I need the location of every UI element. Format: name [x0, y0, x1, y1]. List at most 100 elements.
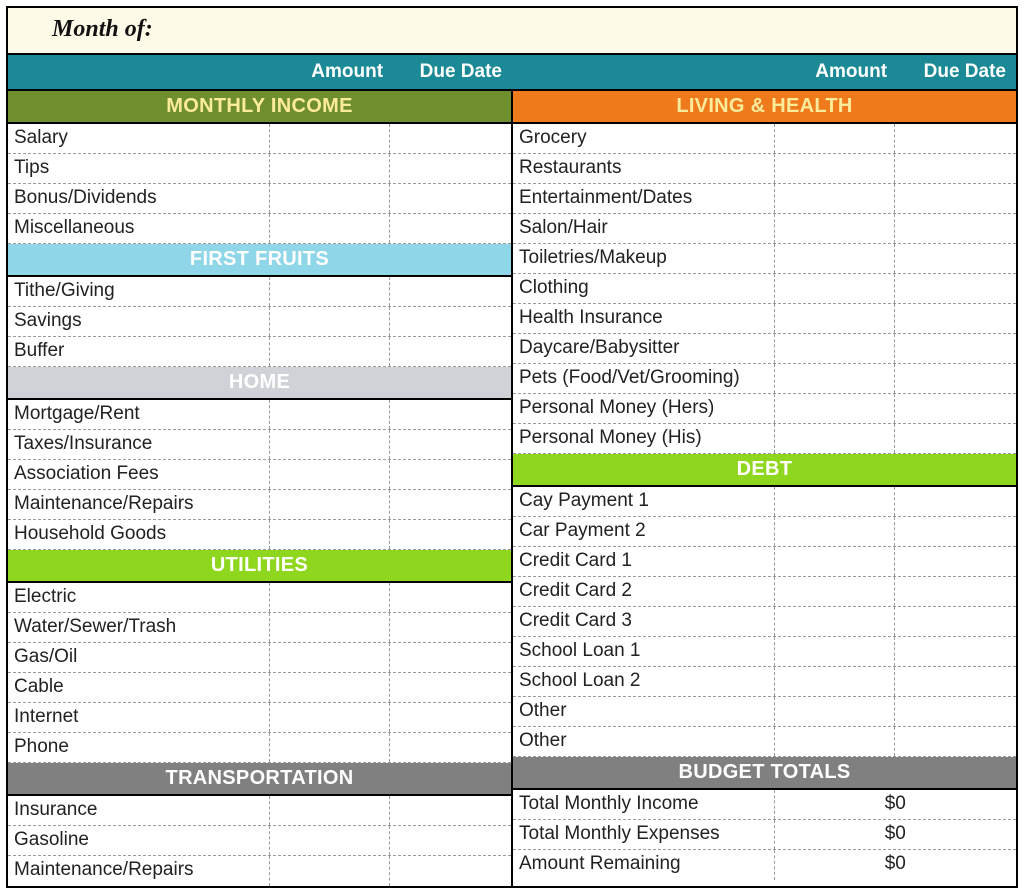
- row-amount[interactable]: [775, 334, 896, 363]
- row-due[interactable]: [390, 337, 511, 366]
- row-label: Mortgage/Rent: [8, 400, 270, 429]
- section-header: HOME: [8, 367, 511, 400]
- budget-row: Personal Money (Hers): [513, 394, 1016, 424]
- row-label: Gas/Oil: [8, 643, 270, 672]
- row-due[interactable]: [390, 307, 511, 336]
- row-due[interactable]: [895, 244, 1016, 273]
- row-due[interactable]: [895, 487, 1016, 516]
- row-due[interactable]: [390, 703, 511, 732]
- row-due[interactable]: [390, 643, 511, 672]
- row-due[interactable]: [390, 184, 511, 213]
- row-amount[interactable]: [775, 304, 896, 333]
- row-amount[interactable]: [270, 796, 391, 825]
- row-due[interactable]: [895, 667, 1016, 696]
- budget-row: Electric: [8, 583, 511, 613]
- row-due[interactable]: [895, 517, 1016, 546]
- row-amount[interactable]: [270, 520, 391, 549]
- header-right: Amount Due Date: [512, 55, 1016, 89]
- section-header: FIRST FRUITS: [8, 244, 511, 277]
- row-amount[interactable]: [775, 154, 896, 183]
- row-amount[interactable]: [270, 124, 391, 153]
- row-due[interactable]: [895, 424, 1016, 453]
- row-due[interactable]: [390, 214, 511, 243]
- row-due[interactable]: [895, 304, 1016, 333]
- right-column: LIVING & HEALTHGroceryRestaurantsEnterta…: [513, 91, 1016, 886]
- row-due[interactable]: [390, 826, 511, 855]
- budget-row: Restaurants: [513, 154, 1016, 184]
- row-due[interactable]: [895, 727, 1016, 756]
- row-amount[interactable]: [775, 424, 896, 453]
- row-label: Tithe/Giving: [8, 277, 270, 306]
- row-amount[interactable]: [270, 430, 391, 459]
- row-label: Clothing: [513, 274, 775, 303]
- row-due[interactable]: [895, 697, 1016, 726]
- row-due[interactable]: [895, 274, 1016, 303]
- row-due[interactable]: [895, 607, 1016, 636]
- row-amount[interactable]: [775, 214, 896, 243]
- row-amount[interactable]: [775, 637, 896, 666]
- row-due[interactable]: [390, 460, 511, 489]
- budget-row: School Loan 2: [513, 667, 1016, 697]
- row-due[interactable]: [390, 733, 511, 762]
- row-amount[interactable]: [270, 583, 391, 612]
- row-amount[interactable]: [775, 667, 896, 696]
- row-amount[interactable]: [270, 703, 391, 732]
- row-due[interactable]: [895, 214, 1016, 243]
- row-due[interactable]: [390, 124, 511, 153]
- row-amount[interactable]: [270, 277, 391, 306]
- row-amount[interactable]: [270, 460, 391, 489]
- row-amount[interactable]: [775, 124, 896, 153]
- row-amount[interactable]: [270, 826, 391, 855]
- row-amount[interactable]: [270, 613, 391, 642]
- row-due[interactable]: [895, 154, 1016, 183]
- row-due[interactable]: [895, 184, 1016, 213]
- row-amount[interactable]: [270, 856, 391, 886]
- row-amount[interactable]: [775, 727, 896, 756]
- row-amount[interactable]: [775, 364, 896, 393]
- row-due[interactable]: [390, 673, 511, 702]
- budget-row: Credit Card 3: [513, 607, 1016, 637]
- totals-row: Total Monthly Income$0: [513, 790, 1016, 820]
- row-amount[interactable]: [775, 394, 896, 423]
- row-due[interactable]: [895, 394, 1016, 423]
- row-label: Restaurants: [513, 154, 775, 183]
- row-amount[interactable]: [775, 244, 896, 273]
- row-amount[interactable]: [775, 274, 896, 303]
- row-amount[interactable]: [775, 697, 896, 726]
- row-due[interactable]: [390, 490, 511, 519]
- row-amount[interactable]: [270, 307, 391, 336]
- row-amount[interactable]: [775, 517, 896, 546]
- row-amount[interactable]: [270, 184, 391, 213]
- row-amount[interactable]: [775, 577, 896, 606]
- row-due[interactable]: [390, 277, 511, 306]
- row-due[interactable]: [895, 577, 1016, 606]
- row-amount[interactable]: [270, 214, 391, 243]
- budget-row: Cable: [8, 673, 511, 703]
- row-amount[interactable]: [270, 490, 391, 519]
- row-due[interactable]: [390, 430, 511, 459]
- row-due[interactable]: [390, 400, 511, 429]
- row-amount[interactable]: [270, 733, 391, 762]
- row-due[interactable]: [390, 856, 511, 886]
- row-amount[interactable]: [270, 154, 391, 183]
- row-amount[interactable]: [270, 337, 391, 366]
- row-due[interactable]: [390, 520, 511, 549]
- row-due[interactable]: [390, 613, 511, 642]
- row-amount[interactable]: [775, 547, 896, 576]
- row-due[interactable]: [895, 334, 1016, 363]
- row-label: Maintenance/Repairs: [8, 490, 270, 519]
- row-amount[interactable]: [270, 643, 391, 672]
- row-due[interactable]: [895, 637, 1016, 666]
- row-due[interactable]: [390, 154, 511, 183]
- row-due[interactable]: [895, 547, 1016, 576]
- row-amount[interactable]: [775, 184, 896, 213]
- row-amount[interactable]: [775, 607, 896, 636]
- row-due[interactable]: [895, 124, 1016, 153]
- row-due[interactable]: [895, 364, 1016, 393]
- row-due[interactable]: [390, 583, 511, 612]
- row-amount[interactable]: [775, 487, 896, 516]
- row-amount[interactable]: [270, 400, 391, 429]
- row-due[interactable]: [390, 796, 511, 825]
- row-amount[interactable]: [270, 673, 391, 702]
- row-label: Miscellaneous: [8, 214, 270, 243]
